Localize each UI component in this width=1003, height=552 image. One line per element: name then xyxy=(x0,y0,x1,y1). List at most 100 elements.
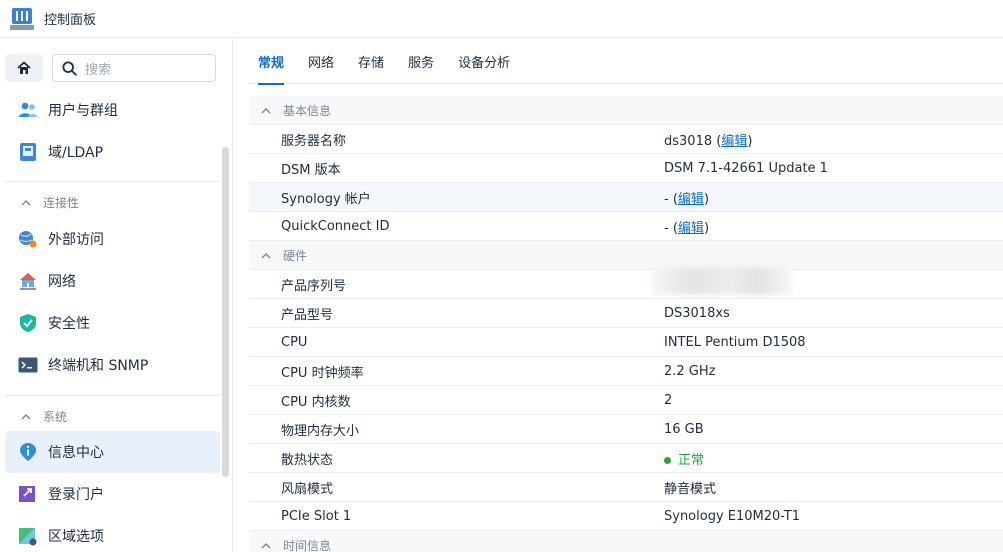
network-icon xyxy=(17,270,39,292)
row-value: INTEL Pentium D1508 xyxy=(664,334,806,350)
search-input[interactable]: 搜索 xyxy=(52,54,216,82)
row-value: 16 GB xyxy=(664,421,704,437)
redacted-serial xyxy=(652,267,792,295)
sidebar-scrollbar[interactable] xyxy=(222,147,229,477)
sidebar-item-external-access[interactable]: 外部访问 xyxy=(5,218,220,260)
sidebar-item-info-center[interactable]: 信息中心 xyxy=(5,431,220,473)
row-cpu-clock: CPU 时钟频率 2.2 GHz xyxy=(249,357,1003,386)
section-time-info[interactable]: 时间信息 xyxy=(249,531,1003,552)
row-pcie: PCIe Slot 1 Synology E10M20-T1 xyxy=(249,502,1003,531)
info-table: 基本信息 服务器名称 ds3018 (编辑) DSM 版本 DSM 7.1-42… xyxy=(249,96,1003,552)
row-value: DS3018xs xyxy=(664,305,730,321)
external-access-icon xyxy=(17,228,39,250)
row-model: 产品型号 DS3018xs xyxy=(249,299,1003,328)
row-value: DSM 7.1-42661 Update 1 xyxy=(664,160,828,176)
chevron-up-icon xyxy=(21,199,31,205)
row-value xyxy=(652,267,792,299)
terminal-icon xyxy=(17,354,39,376)
row-value: ds3018 (编辑) xyxy=(664,133,753,149)
row-quickconnect: QuickConnect ID - (编辑) xyxy=(249,212,1003,241)
row-label: Synology 帐户 xyxy=(281,191,371,207)
row-synology-account: Synology 帐户 - (编辑) xyxy=(249,183,1003,212)
row-value: 2.2 GHz xyxy=(664,363,716,379)
chevron-up-icon xyxy=(21,413,31,419)
sidebar-item-label: 网络 xyxy=(48,274,76,290)
account-value: - xyxy=(664,191,669,207)
row-value: 正常 xyxy=(664,449,704,468)
sidebar-item-ldap[interactable]: 域/LDAP xyxy=(5,131,220,173)
row-label: 服务器名称 xyxy=(281,133,347,149)
sidebar-item-label: 外部访问 xyxy=(48,232,104,248)
row-memory: 物理内存大小 16 GB xyxy=(249,415,1003,444)
row-cpu-cores: CPU 内核数 2 xyxy=(249,386,1003,415)
ldap-icon xyxy=(17,141,39,163)
row-server-name: 服务器名称 ds3018 (编辑) xyxy=(249,125,1003,154)
sidebar-item-label: 区域选项 xyxy=(48,529,104,545)
sidebar-item-network[interactable]: 网络 xyxy=(5,260,220,302)
row-value: - (编辑) xyxy=(664,191,710,207)
sidebar-item-label: 安全性 xyxy=(48,316,90,332)
tab-bar: 常规 网络 存储 服务 设备分析 xyxy=(248,39,1003,85)
row-serial: 产品序列号 xyxy=(249,267,1003,299)
section-title: 系统 xyxy=(43,409,68,424)
section-connectivity[interactable]: 连接性 xyxy=(5,188,220,216)
home-button[interactable] xyxy=(5,54,43,82)
row-label: 风扇模式 xyxy=(281,481,334,497)
search-placeholder: 搜索 xyxy=(85,62,112,78)
sidebar: 搜索 用户与群组 域/LDAP 连接性 外部访问 网络 安全性 终端机和 SNM… xyxy=(0,39,233,552)
section-system[interactable]: 系统 xyxy=(5,402,220,430)
server-name-value: ds3018 xyxy=(664,133,713,149)
sidebar-item-login-portal[interactable]: 登录门户 xyxy=(5,473,220,515)
row-label: PCIe Slot 1 xyxy=(281,508,352,524)
row-label: 产品序列号 xyxy=(281,278,347,294)
row-label: 产品型号 xyxy=(281,307,334,323)
sidebar-item-region[interactable]: 区域选项 xyxy=(5,515,220,552)
section-title: 硬件 xyxy=(283,248,308,263)
section-title: 时间信息 xyxy=(283,538,332,552)
section-basic-info[interactable]: 基本信息 xyxy=(249,96,1003,125)
row-label: 散热状态 xyxy=(281,452,334,468)
row-label: DSM 版本 xyxy=(281,162,341,178)
sidebar-item-security[interactable]: 安全性 xyxy=(5,302,220,344)
row-fan: 风扇模式 静音模式 xyxy=(249,473,1003,502)
sidebar-divider xyxy=(5,395,220,396)
region-icon xyxy=(17,525,39,547)
search-icon xyxy=(62,60,77,76)
section-title: 基本信息 xyxy=(283,103,332,118)
row-value: 静音模式 xyxy=(664,481,717,497)
row-cpu: CPU INTEL Pentium D1508 xyxy=(249,328,1003,357)
home-icon xyxy=(17,61,31,74)
main-content: 常规 网络 存储 服务 设备分析 基本信息 服务器名称 ds3018 (编辑) … xyxy=(234,39,1003,552)
tab-general[interactable]: 常规 xyxy=(258,39,285,85)
edit-server-name-link[interactable]: 编辑 xyxy=(721,134,747,149)
sidebar-divider xyxy=(5,181,220,182)
sidebar-item-label: 用户与群组 xyxy=(48,103,118,119)
sidebar-item-label: 终端机和 SNMP xyxy=(48,358,149,374)
row-dsm-version: DSM 版本 DSM 7.1-42661 Update 1 xyxy=(249,154,1003,183)
tab-network[interactable]: 网络 xyxy=(308,39,334,84)
sidebar-item-label: 登录门户 xyxy=(48,487,104,503)
title-bar: 控制面板 xyxy=(0,0,1003,38)
tab-services[interactable]: 服务 xyxy=(408,39,434,84)
edit-quickconnect-link[interactable]: 编辑 xyxy=(678,221,704,236)
quickconnect-value: - xyxy=(664,220,669,236)
tab-storage[interactable]: 存储 xyxy=(358,39,384,84)
row-thermal: 散热状态 正常 xyxy=(249,444,1003,473)
row-value: - (编辑) xyxy=(664,220,710,236)
chevron-up-icon xyxy=(261,542,271,548)
row-label: CPU xyxy=(281,334,308,350)
users-icon xyxy=(17,99,39,121)
sidebar-item-label: 域/LDAP xyxy=(48,145,104,161)
sidebar-item-terminal[interactable]: 终端机和 SNMP xyxy=(5,344,220,386)
row-label: QuickConnect ID xyxy=(281,218,390,234)
sidebar-item-users[interactable]: 用户与群组 xyxy=(5,89,220,131)
section-hardware[interactable]: 硬件 xyxy=(249,241,1003,270)
chevron-up-icon xyxy=(261,252,271,258)
status-ok-dot xyxy=(664,456,671,464)
row-label: CPU 内核数 xyxy=(281,394,351,410)
row-label: CPU 时钟频率 xyxy=(281,365,364,381)
info-icon xyxy=(17,441,39,463)
login-portal-icon xyxy=(17,483,39,505)
tab-device-analytics[interactable]: 设备分析 xyxy=(458,39,510,84)
edit-account-link[interactable]: 编辑 xyxy=(678,192,704,207)
